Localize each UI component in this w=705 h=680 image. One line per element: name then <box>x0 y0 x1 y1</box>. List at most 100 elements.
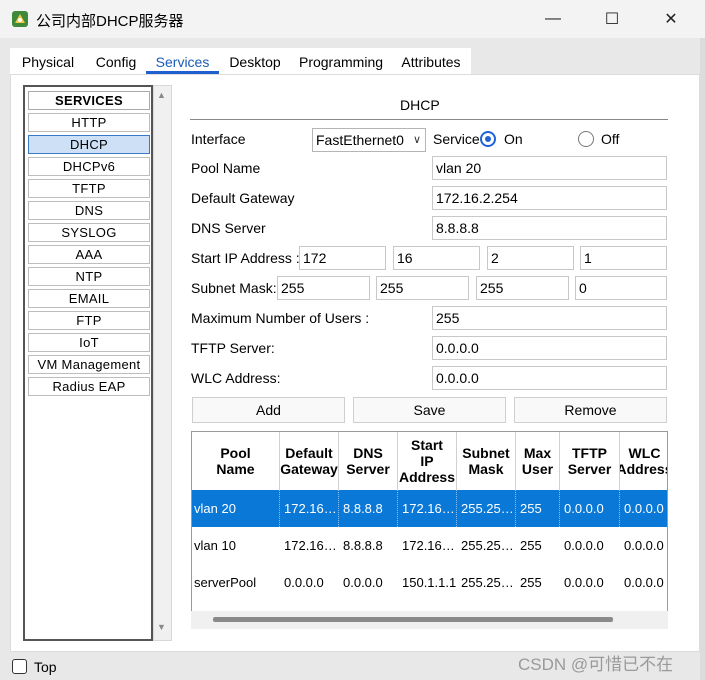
cell-start-ip: 150.1.1.1 <box>402 575 457 590</box>
scrollbar-thumb[interactable] <box>213 617 613 622</box>
cell-dns-server: 8.8.8.8 <box>341 490 398 527</box>
cell-default-gateway: 172.16.2.254 <box>282 490 339 527</box>
service-label: Service <box>433 131 480 147</box>
start-ip-label: Start IP Address : <box>191 250 300 266</box>
column-header-start-ip[interactable]: Start IP Address <box>398 432 457 491</box>
service-syslog[interactable]: SYSLOG <box>28 223 150 242</box>
window-title: 公司内部DHCP服务器 <box>36 13 184 30</box>
cell-wlc-address: 0.0.0.0 <box>624 501 664 516</box>
maximize-button[interactable]: ☐ <box>589 4 635 34</box>
scroll-down-icon[interactable]: ▼ <box>157 622 166 632</box>
top-label: Top <box>34 659 57 675</box>
cell-default-gateway: 172.16.1.254 <box>284 538 339 553</box>
remove-button[interactable]: Remove <box>514 397 667 423</box>
tab-config[interactable]: Config <box>86 48 146 74</box>
table-horizontal-scrollbar[interactable] <box>191 611 668 629</box>
column-header-tftp-server[interactable]: TFTP Server <box>560 432 620 491</box>
close-button[interactable]: ✕ <box>648 4 694 34</box>
tab-physical[interactable]: Physical <box>10 48 86 74</box>
table-row[interactable]: serverPool 0.0.0.0 0.0.0.0 150.1.1.1 255… <box>192 564 667 601</box>
service-on-radio[interactable] <box>480 131 496 147</box>
start-ip-octet-1[interactable]: 172 <box>299 246 386 270</box>
cell-dns-server: 0.0.0.0 <box>343 575 383 590</box>
table-row[interactable]: vlan 20 172.16.2.254 8.8.8.8 172.16.2.1 … <box>192 490 667 527</box>
cell-pool-name: vlan 10 <box>194 538 236 553</box>
subnet-octet-4[interactable]: 0 <box>575 276 667 300</box>
interface-value: FastEthernet0 <box>316 132 404 148</box>
dhcp-heading: DHCP <box>400 97 440 113</box>
column-header-pool-name[interactable]: Pool Name <box>192 432 280 491</box>
cell-default-gateway: 0.0.0.0 <box>284 575 324 590</box>
tab-attributes[interactable]: Attributes <box>391 48 471 74</box>
services-list: SERVICES HTTP DHCP DHCPv6 TFTP DNS SYSLO… <box>23 85 153 641</box>
service-http[interactable]: HTTP <box>28 113 150 132</box>
cell-start-ip: 172.16.1.1 <box>402 538 457 553</box>
tftp-label: TFTP Server: <box>191 340 275 356</box>
services-header: SERVICES <box>28 91 150 110</box>
subnet-label: Subnet Mask: <box>191 280 277 296</box>
top-checkbox[interactable] <box>12 659 27 674</box>
service-dhcp[interactable]: DHCP <box>28 135 150 154</box>
dns-input[interactable]: 8.8.8.8 <box>432 216 667 240</box>
dns-label: DNS Server <box>191 220 266 236</box>
scroll-up-icon[interactable]: ▲ <box>157 90 166 100</box>
cell-subnet-mask: 255.255.255.0 <box>459 490 516 527</box>
wlc-input[interactable]: 0.0.0.0 <box>432 366 667 390</box>
max-users-input[interactable]: 255 <box>432 306 667 330</box>
column-header-max-user[interactable]: Max User <box>516 432 560 491</box>
cell-wlc-address: 0.0.0.0 <box>624 575 664 590</box>
subnet-octet-1[interactable]: 255 <box>277 276 370 300</box>
window-edge <box>700 38 705 680</box>
service-email[interactable]: EMAIL <box>28 289 150 308</box>
start-ip-octet-2[interactable]: 16 <box>393 246 480 270</box>
services-scrollbar[interactable]: ▲ ▼ <box>153 85 172 641</box>
app-icon <box>12 11 28 27</box>
column-header-dns-server[interactable]: DNS Server <box>339 432 398 491</box>
tab-programming[interactable]: Programming <box>291 48 391 74</box>
gateway-label: Default Gateway <box>191 190 295 206</box>
add-button[interactable]: Add <box>192 397 345 423</box>
dhcp-pool-table: Pool Name Default Gateway DNS Server Sta… <box>191 431 668 629</box>
cell-tftp-server: 0.0.0.0 <box>564 538 604 553</box>
service-aaa[interactable]: AAA <box>28 245 150 264</box>
cell-max-user: 255 <box>520 575 542 590</box>
cell-subnet-mask: 255.255.255.0 <box>461 575 516 590</box>
service-off-radio[interactable] <box>578 131 594 147</box>
gateway-input[interactable]: 172.16.2.254 <box>432 186 667 210</box>
service-ftp[interactable]: FTP <box>28 311 150 330</box>
column-header-wlc-address[interactable]: WLC Address <box>620 432 667 491</box>
service-dhcpv6[interactable]: DHCPv6 <box>28 157 150 176</box>
cell-tftp-server: 0.0.0.0 <box>562 490 620 527</box>
start-ip-octet-3[interactable]: 2 <box>487 246 574 270</box>
pool-name-label: Pool Name <box>191 160 261 176</box>
save-button[interactable]: Save <box>353 397 506 423</box>
start-ip-octet-4[interactable]: 1 <box>580 246 667 270</box>
service-tftp[interactable]: TFTP <box>28 179 150 198</box>
watermark: CSDN @可惜已不在 <box>518 655 674 674</box>
subnet-octet-3[interactable]: 255 <box>476 276 569 300</box>
cell-wlc-address: 0.0.0.0 <box>624 538 664 553</box>
cell-pool-name: vlan 20 <box>192 490 280 527</box>
tftp-input[interactable]: 0.0.0.0 <box>432 336 667 360</box>
service-radius-eap[interactable]: Radius EAP <box>28 377 150 396</box>
tab-desktop[interactable]: Desktop <box>219 48 291 74</box>
interface-select[interactable]: FastEthernet0 ∨ <box>312 128 426 152</box>
cell-tftp-server: 0.0.0.0 <box>564 575 604 590</box>
cell-max-user: 255 <box>518 490 560 527</box>
service-ntp[interactable]: NTP <box>28 267 150 286</box>
subnet-octet-2[interactable]: 255 <box>376 276 469 300</box>
column-header-default-gateway[interactable]: Default Gateway <box>280 432 339 491</box>
heading-divider <box>190 119 668 120</box>
service-dns[interactable]: DNS <box>28 201 150 220</box>
service-vm-management[interactable]: VM Management <box>28 355 150 374</box>
service-iot[interactable]: IoT <box>28 333 150 352</box>
cell-start-ip: 172.16.2.1 <box>400 490 457 527</box>
pool-name-input[interactable]: vlan 20 <box>432 156 667 180</box>
table-row[interactable]: vlan 10 172.16.1.254 8.8.8.8 172.16.1.1 … <box>192 527 667 564</box>
cell-max-user: 255 <box>520 538 542 553</box>
column-header-subnet-mask[interactable]: Subnet Mask <box>457 432 516 491</box>
service-on-label: On <box>504 131 523 147</box>
minimize-button[interactable]: — <box>530 4 576 34</box>
cell-subnet-mask: 255.255.255.0 <box>461 538 516 553</box>
wlc-label: WLC Address: <box>191 370 281 386</box>
